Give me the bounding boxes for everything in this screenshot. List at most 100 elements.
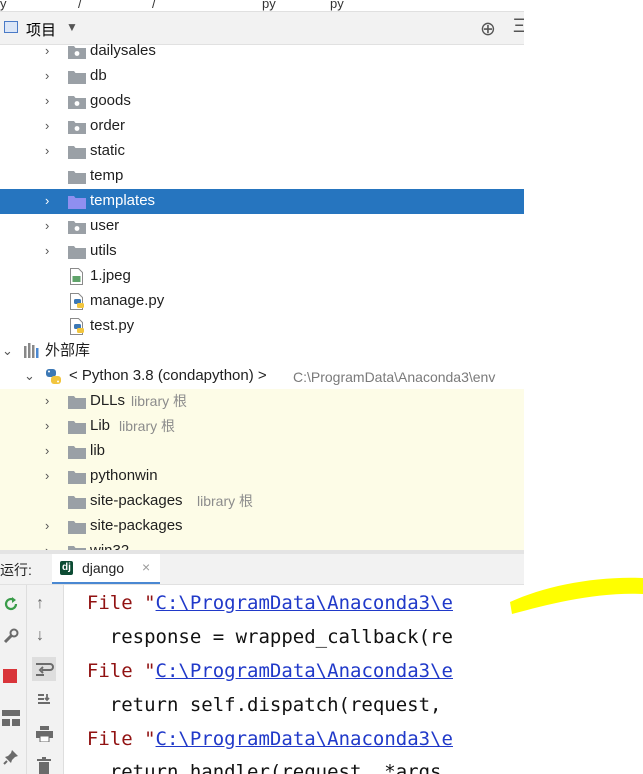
- up-arrow-icon[interactable]: ↑: [36, 595, 44, 613]
- tree-item-dlls[interactable]: › DLLs library 根: [0, 389, 524, 414]
- project-tree: › dailysales › db › goods › order › stat…: [0, 44, 524, 550]
- tree-item-label: static: [90, 142, 126, 159]
- console-file-link[interactable]: C:\ProgramData\Anaconda3\e: [156, 592, 453, 614]
- collapse-all-icon[interactable]: Ξ: [513, 16, 524, 38]
- tree-item-manage-py[interactable]: manage.py: [0, 289, 524, 314]
- run-tab-label: django: [82, 560, 125, 576]
- console-output[interactable]: File "C:\ProgramData\Anaconda3\e respons…: [64, 585, 524, 774]
- folder-icon: [68, 71, 86, 84]
- chevron-right-icon[interactable]: ›: [45, 543, 49, 550]
- console-line: response = wrapped_callback(re: [64, 626, 453, 648]
- locate-target-icon[interactable]: ⊕: [480, 18, 496, 41]
- stop-icon[interactable]: [3, 669, 17, 683]
- tree-item-db[interactable]: › db: [0, 64, 524, 89]
- title-fragment: /: [152, 0, 156, 11]
- tree-item-lib-root[interactable]: › Lib library 根: [0, 414, 524, 439]
- chevron-right-icon[interactable]: ›: [45, 443, 49, 459]
- chevron-right-icon[interactable]: ›: [45, 68, 49, 84]
- chevron-right-icon[interactable]: ›: [45, 518, 49, 534]
- soft-wrap-icon[interactable]: [32, 657, 56, 681]
- console-quote: ": [132, 660, 156, 682]
- tree-item-label: dailysales: [90, 44, 156, 59]
- tree-item-temp[interactable]: temp: [0, 164, 524, 189]
- tree-item-site-packages-root[interactable]: site-packages library 根: [0, 489, 524, 514]
- sdk-path: C:\ProgramData\Anaconda3\env: [293, 369, 496, 385]
- tree-item-win32[interactable]: › win32: [0, 539, 524, 550]
- chevron-right-icon[interactable]: ›: [45, 243, 49, 259]
- package-folder-icon: [68, 121, 86, 134]
- tree-item-label: lib: [90, 442, 106, 459]
- title-fragment: py: [330, 0, 344, 11]
- tree-item-python-sdk[interactable]: ⌄ < Python 3.8 (condapython) > C:\Progra…: [0, 364, 524, 389]
- tree-item-order[interactable]: › order: [0, 114, 524, 139]
- down-arrow-icon[interactable]: ↓: [36, 627, 44, 645]
- python-logo-icon: [46, 369, 61, 384]
- chevron-right-icon[interactable]: ›: [45, 418, 49, 434]
- tree-item-label: goods: [90, 92, 131, 109]
- console-line: File "C:\ProgramData\Anaconda3\e: [64, 660, 453, 682]
- wrench-icon[interactable]: [2, 627, 20, 645]
- tree-item-label: manage.py: [90, 292, 165, 309]
- chevron-right-icon[interactable]: ›: [45, 143, 49, 159]
- folder-icon: [68, 446, 86, 459]
- pin-icon[interactable]: [3, 749, 19, 765]
- tree-item-dailysales[interactable]: › dailysales: [0, 44, 524, 64]
- tree-item-utils[interactable]: › utils: [0, 239, 524, 264]
- tree-item-test-py[interactable]: test.py: [0, 314, 524, 339]
- console-line: return self.dispatch(request,: [64, 694, 453, 716]
- folder-icon: [68, 246, 86, 259]
- run-left-toolbar: [0, 585, 27, 774]
- folder-icon: [68, 396, 86, 409]
- chevron-right-icon[interactable]: ›: [45, 93, 49, 109]
- chevron-down-icon[interactable]: ▼: [66, 20, 78, 34]
- tree-item-goods[interactable]: › goods: [0, 89, 524, 114]
- tree-item-site-packages[interactable]: › site-packages: [0, 514, 524, 539]
- python-file-icon: [70, 318, 84, 335]
- close-icon[interactable]: ×: [142, 559, 150, 575]
- image-file-icon: [70, 268, 83, 285]
- console-toolbar: ↑ ↓: [27, 585, 64, 774]
- console-file-link[interactable]: C:\ProgramData\Anaconda3\e: [156, 660, 453, 682]
- chevron-down-icon[interactable]: ⌄: [24, 368, 35, 384]
- package-folder-icon: [68, 221, 86, 234]
- tree-item-static[interactable]: › static: [0, 139, 524, 164]
- console-code: return handler(request, *args,: [109, 761, 453, 774]
- ide-window: y / / py py 项目 ▼ ⊕ Ξ › dailysales › db ›…: [0, 0, 524, 774]
- print-icon[interactable]: [36, 726, 53, 742]
- tree-item-label: DLLs: [90, 392, 126, 409]
- library-root-tag: library 根: [131, 393, 188, 409]
- window-title-fragment: y / / py py: [0, 0, 524, 12]
- project-view-title[interactable]: 项目: [26, 19, 56, 40]
- chevron-right-icon[interactable]: ›: [45, 118, 49, 134]
- console-quote: ": [132, 728, 156, 750]
- scroll-to-end-icon[interactable]: [36, 692, 52, 708]
- console-code: response = wrapped_callback(re: [109, 626, 453, 648]
- layout-icon[interactable]: [2, 710, 20, 726]
- chevron-right-icon[interactable]: ›: [45, 218, 49, 234]
- chevron-right-icon[interactable]: ›: [45, 193, 49, 209]
- chevron-down-icon[interactable]: ⌄: [2, 343, 13, 359]
- folder-icon: [68, 471, 86, 484]
- chevron-right-icon[interactable]: ›: [45, 393, 49, 409]
- tree-item-label: temp: [90, 167, 124, 184]
- console-file-link[interactable]: C:\ProgramData\Anaconda3\e: [156, 728, 453, 750]
- tree-item-label: 外部库: [45, 342, 91, 359]
- rerun-icon[interactable]: [2, 595, 20, 613]
- chevron-right-icon[interactable]: ›: [45, 44, 49, 59]
- tree-item-external-libraries[interactable]: ⌄ 外部库: [0, 339, 524, 364]
- tree-item-lib[interactable]: › lib: [0, 439, 524, 464]
- tree-item-pythonwin[interactable]: › pythonwin: [0, 464, 524, 489]
- library-root-tag: library 根: [197, 493, 254, 509]
- folder-icon: [68, 171, 86, 184]
- tree-item-templates[interactable]: › templates: [0, 189, 524, 214]
- chevron-right-icon[interactable]: ›: [45, 468, 49, 484]
- tree-item-1-jpeg[interactable]: 1.jpeg: [0, 264, 524, 289]
- external-libraries-icon: [24, 343, 39, 358]
- run-tab-django[interactable]: dj django ×: [52, 554, 160, 584]
- trash-icon[interactable]: [37, 757, 51, 774]
- tree-item-user[interactable]: › user: [0, 214, 524, 239]
- tree-item-label: site-packages: [90, 517, 183, 534]
- console-quote: ": [132, 592, 156, 614]
